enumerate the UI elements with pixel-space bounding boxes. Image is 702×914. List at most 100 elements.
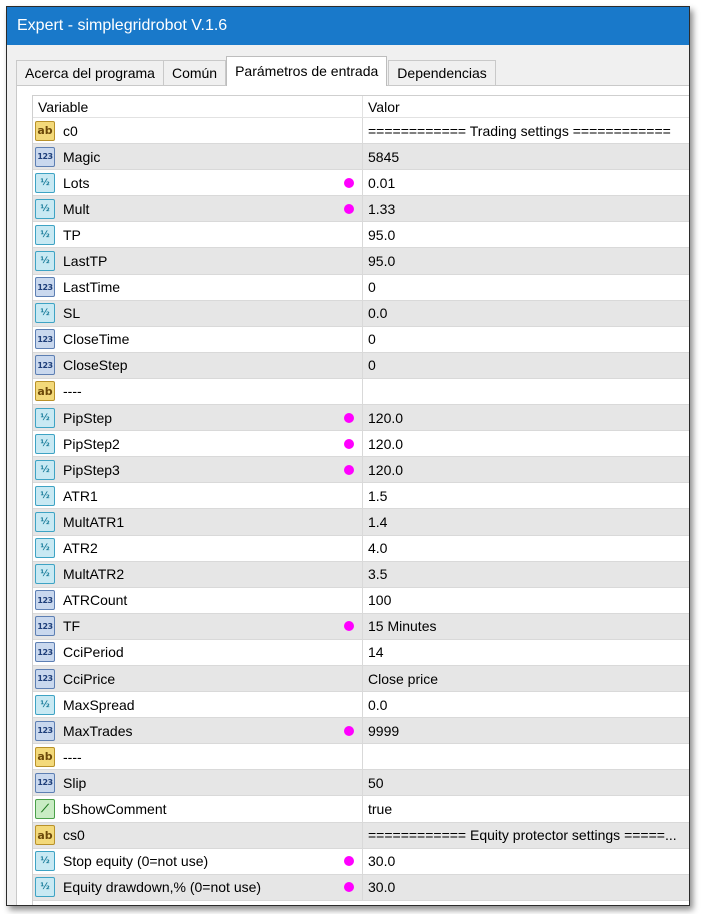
table-row[interactable]: ½ MaxSpread 0.0	[33, 692, 689, 719]
table-row[interactable]: ½ Lots 0.01	[33, 170, 689, 197]
variable-name: SL	[63, 305, 81, 322]
value-cell[interactable]: 95.0	[363, 248, 689, 273]
variable-name: ATR1	[63, 487, 98, 504]
variable-cell: ½ Equity drawdown,% (0=not use)	[33, 874, 363, 900]
table-row[interactable]: ½ Stop equity (0=not use) 30.0	[33, 848, 689, 875]
modified-indicator-icon	[344, 856, 354, 867]
column-header-value[interactable]: Valor	[363, 96, 689, 117]
value-cell[interactable]: 0	[363, 353, 689, 378]
input-parameters-table: Variable Valor ab c0 ============ Trading …	[32, 95, 689, 905]
table-row[interactable]: ½ PipStep 120.0	[33, 405, 689, 432]
value-cell[interactable]: 120.0	[363, 431, 689, 456]
value-cell[interactable]: 4.0	[363, 536, 689, 561]
value-cell[interactable]: 0.0	[363, 692, 689, 717]
table-row[interactable]: ½ TP 95.0	[33, 222, 689, 249]
table-row[interactable]: ab cs0 ============ Equity protector setti…	[33, 822, 689, 849]
value-cell[interactable]	[363, 744, 689, 769]
table-row[interactable]: 123 Magic 5845	[33, 144, 689, 171]
double-type-icon: ½	[35, 172, 55, 193]
table-row[interactable]: 123 CloseStep 0	[33, 352, 689, 379]
value-cell[interactable]: 0	[363, 327, 689, 352]
value-cell[interactable]	[363, 379, 689, 404]
column-header-variable[interactable]: Variable	[33, 96, 363, 117]
variable-name: LastTime	[63, 279, 121, 296]
value-cell[interactable]: 14	[363, 640, 689, 665]
variable-cell: ½ ATR1	[33, 483, 363, 509]
variable-name: ----	[63, 748, 82, 765]
table-row[interactable]: 123 CciPrice Close price	[33, 665, 689, 693]
value-cell[interactable]: ============ Equity protector settings =…	[363, 823, 689, 848]
string-type-icon: ab	[35, 381, 55, 402]
value-cell[interactable]: 120.0	[363, 405, 689, 430]
modified-indicator-icon	[344, 882, 354, 893]
value-cell[interactable]: 1.4	[363, 509, 689, 534]
tab-bar: Acerca del programa Común Parámetros de …	[16, 56, 496, 86]
variable-name: TF	[63, 618, 81, 635]
table-row[interactable]: ½ PipStep2 120.0	[33, 431, 689, 458]
tab-about[interactable]: Acerca del programa	[16, 60, 164, 86]
tab-dependencies[interactable]: Dependencias	[388, 60, 496, 86]
table-row[interactable]: 123 Slip 50	[33, 770, 689, 797]
variable-cell: ½ Mult	[33, 196, 363, 222]
table-row[interactable]: ab c0 ============ Trading settings ======…	[33, 118, 689, 145]
value-cell[interactable]: 30.0	[363, 849, 689, 874]
table-row[interactable]: ½ ATR2 4.0	[33, 535, 689, 562]
value-cell[interactable]: true	[363, 796, 689, 821]
variable-name: CciPrice	[63, 670, 116, 687]
variable-name: MaxSpread	[63, 696, 135, 713]
variable-cell: ½ PipStep	[33, 405, 363, 431]
value-cell[interactable]: 9999	[363, 718, 689, 743]
value-cell[interactable]: 30.0	[363, 875, 689, 900]
variable-name: ----	[63, 383, 82, 400]
double-type-icon: ½	[35, 511, 55, 532]
tab-panel: Variable Valor ab c0 ============ Trading …	[16, 85, 689, 905]
tab-input-parameters[interactable]: Parámetros de entrada	[226, 56, 388, 86]
table-row[interactable]: 123 TF 15 Minutes	[33, 613, 689, 640]
table-row[interactable]: ⟋ bShowComment true	[33, 796, 689, 823]
value-cell[interactable]: 1.33	[363, 196, 689, 221]
table-row[interactable]: 123 CloseTime 0	[33, 326, 689, 353]
value-cell[interactable]: 120.0	[363, 457, 689, 482]
modified-indicator-icon	[344, 725, 354, 736]
value-cell[interactable]: 0	[363, 275, 689, 300]
variable-cell: ½ Lots	[33, 170, 363, 196]
double-type-icon: ½	[35, 407, 55, 428]
table-row[interactable]: ab ----	[33, 744, 689, 771]
value-cell[interactable]: 3.5	[363, 562, 689, 587]
table-row[interactable]: ½ ATR1 1.5	[33, 483, 689, 510]
variable-name: PipStep	[63, 409, 113, 426]
value-cell[interactable]: 15 Minutes	[363, 614, 689, 639]
table-row[interactable]: ½ PipStep3 120.0	[33, 457, 689, 484]
variable-cell: ½ MultATR2	[33, 561, 363, 587]
variable-cell: ½ MultATR1	[33, 509, 363, 535]
tab-common[interactable]: Común	[162, 60, 227, 86]
table-row[interactable]: ½ MultATR2 3.5	[33, 561, 689, 588]
variable-cell: 123 CciPeriod	[33, 639, 363, 665]
variable-cell: 123 CloseTime	[33, 326, 363, 352]
value-cell[interactable]: 0.0	[363, 301, 689, 326]
variable-name: ATRCount	[63, 592, 128, 609]
variable-name: CloseTime	[63, 331, 130, 348]
variable-name: PipStep2	[63, 435, 120, 452]
table-row[interactable]: ½ Mult 1.33	[33, 196, 689, 223]
value-cell[interactable]: 1.5	[363, 483, 689, 508]
value-cell[interactable]: ============ Trading settings ==========…	[363, 118, 689, 143]
table-row[interactable]: ½ Equity drawdown,% (0=not use) 30.0	[33, 874, 689, 901]
table-row[interactable]: 123 MaxTrades 9999	[33, 718, 689, 745]
value-cell[interactable]: 95.0	[363, 222, 689, 247]
value-cell[interactable]: 50	[363, 770, 689, 795]
table-row[interactable]: ab ----	[33, 378, 689, 406]
table-row[interactable]: ½ LastTP 95.0	[33, 248, 689, 275]
double-type-icon: ½	[35, 851, 55, 872]
variable-cell: ab cs0	[33, 822, 363, 848]
table-row[interactable]: 123 ATRCount 100	[33, 587, 689, 614]
variable-cell: ½ LastTP	[33, 248, 363, 274]
value-cell[interactable]: 0.01	[363, 170, 689, 195]
value-cell[interactable]: 100	[363, 588, 689, 613]
table-row[interactable]: 123 CciPeriod 14	[33, 639, 689, 666]
value-cell[interactable]: 5845	[363, 144, 689, 169]
table-row[interactable]: ½ SL 0.0	[33, 300, 689, 327]
table-row[interactable]: ½ MultATR1 1.4	[33, 509, 689, 536]
table-row[interactable]: 123 LastTime 0	[33, 274, 689, 301]
value-cell[interactable]: Close price	[363, 666, 689, 691]
